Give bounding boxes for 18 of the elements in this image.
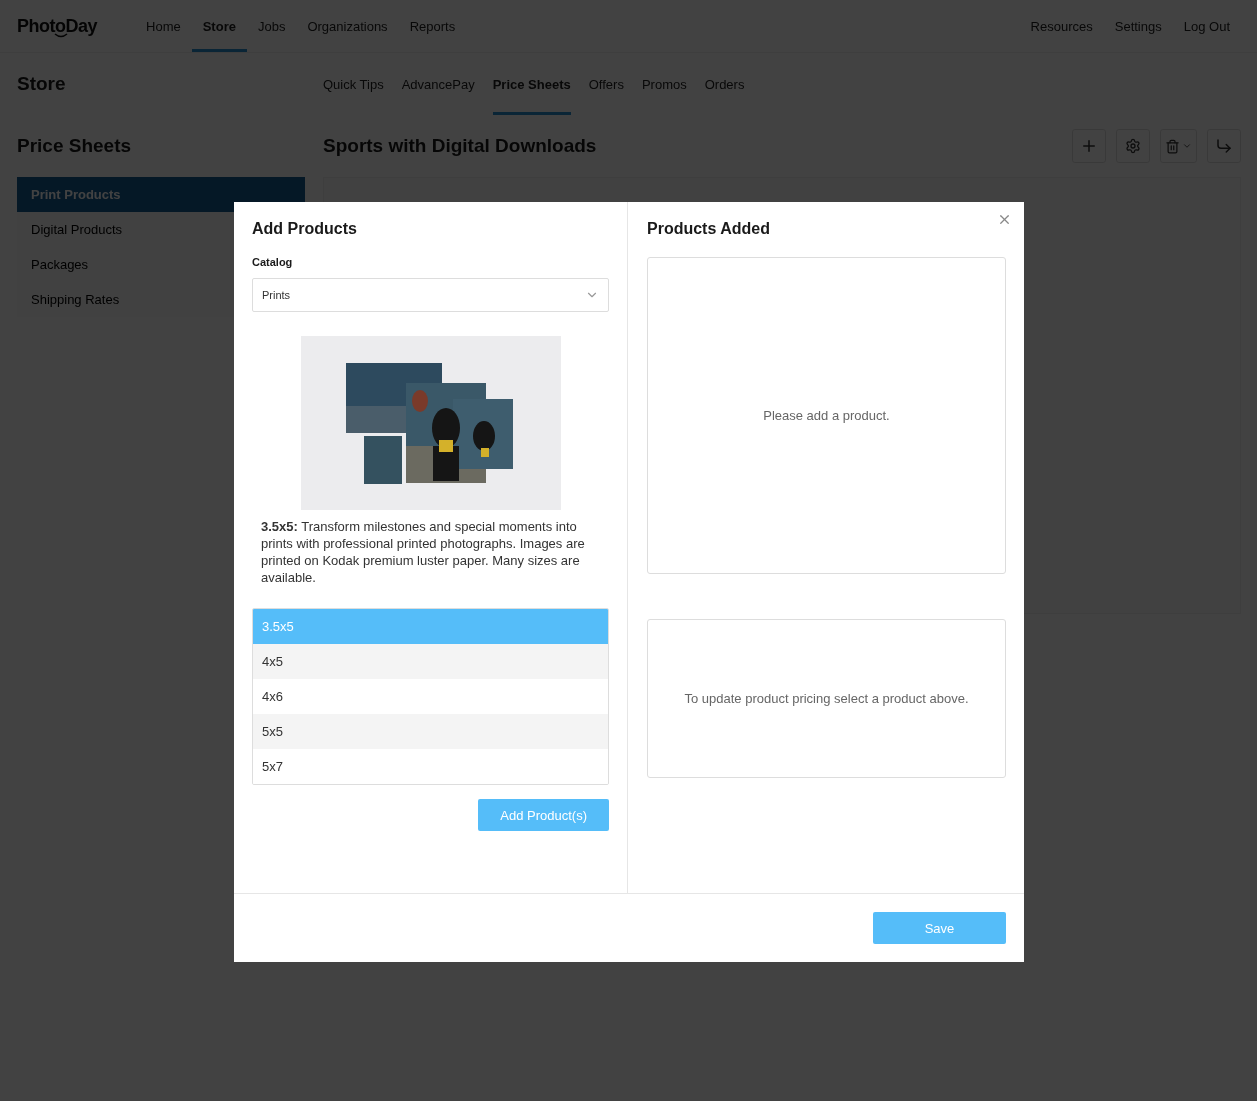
product-option[interactable]: 4x5 bbox=[253, 644, 608, 679]
field-label: Catalog bbox=[252, 256, 294, 268]
modal-title: Add Products bbox=[252, 220, 358, 239]
save-button[interactable]: Save bbox=[873, 912, 1006, 944]
close-button[interactable] bbox=[997, 212, 1012, 227]
section-title: Price Sheets bbox=[17, 134, 133, 158]
add-products-button[interactable]: Add Product(s) bbox=[478, 799, 609, 831]
logo[interactable]: PhotoDay bbox=[17, 15, 97, 37]
catalog-select[interactable]: Prints bbox=[252, 278, 609, 312]
close-icon bbox=[997, 212, 1012, 227]
pricing-hint: To update product pricing select a product above. bbox=[647, 619, 1006, 778]
product-option[interactable]: 3.5x5 bbox=[253, 609, 608, 644]
product-description: 3.5x5: Transform milestones and special moments into prints with professional printed photographs. Images are printed on Kodak premium luster paper. Many sizes are available. bbox=[261, 518, 586, 586]
product-option[interactable]: 5x5 bbox=[253, 714, 608, 749]
price-sheet-title: Sports with Digital Downloads bbox=[323, 134, 597, 158]
page-title: Store bbox=[17, 72, 67, 96]
empty-message: Please add a product. bbox=[647, 257, 1006, 574]
modal-title: Products Added bbox=[647, 220, 771, 239]
